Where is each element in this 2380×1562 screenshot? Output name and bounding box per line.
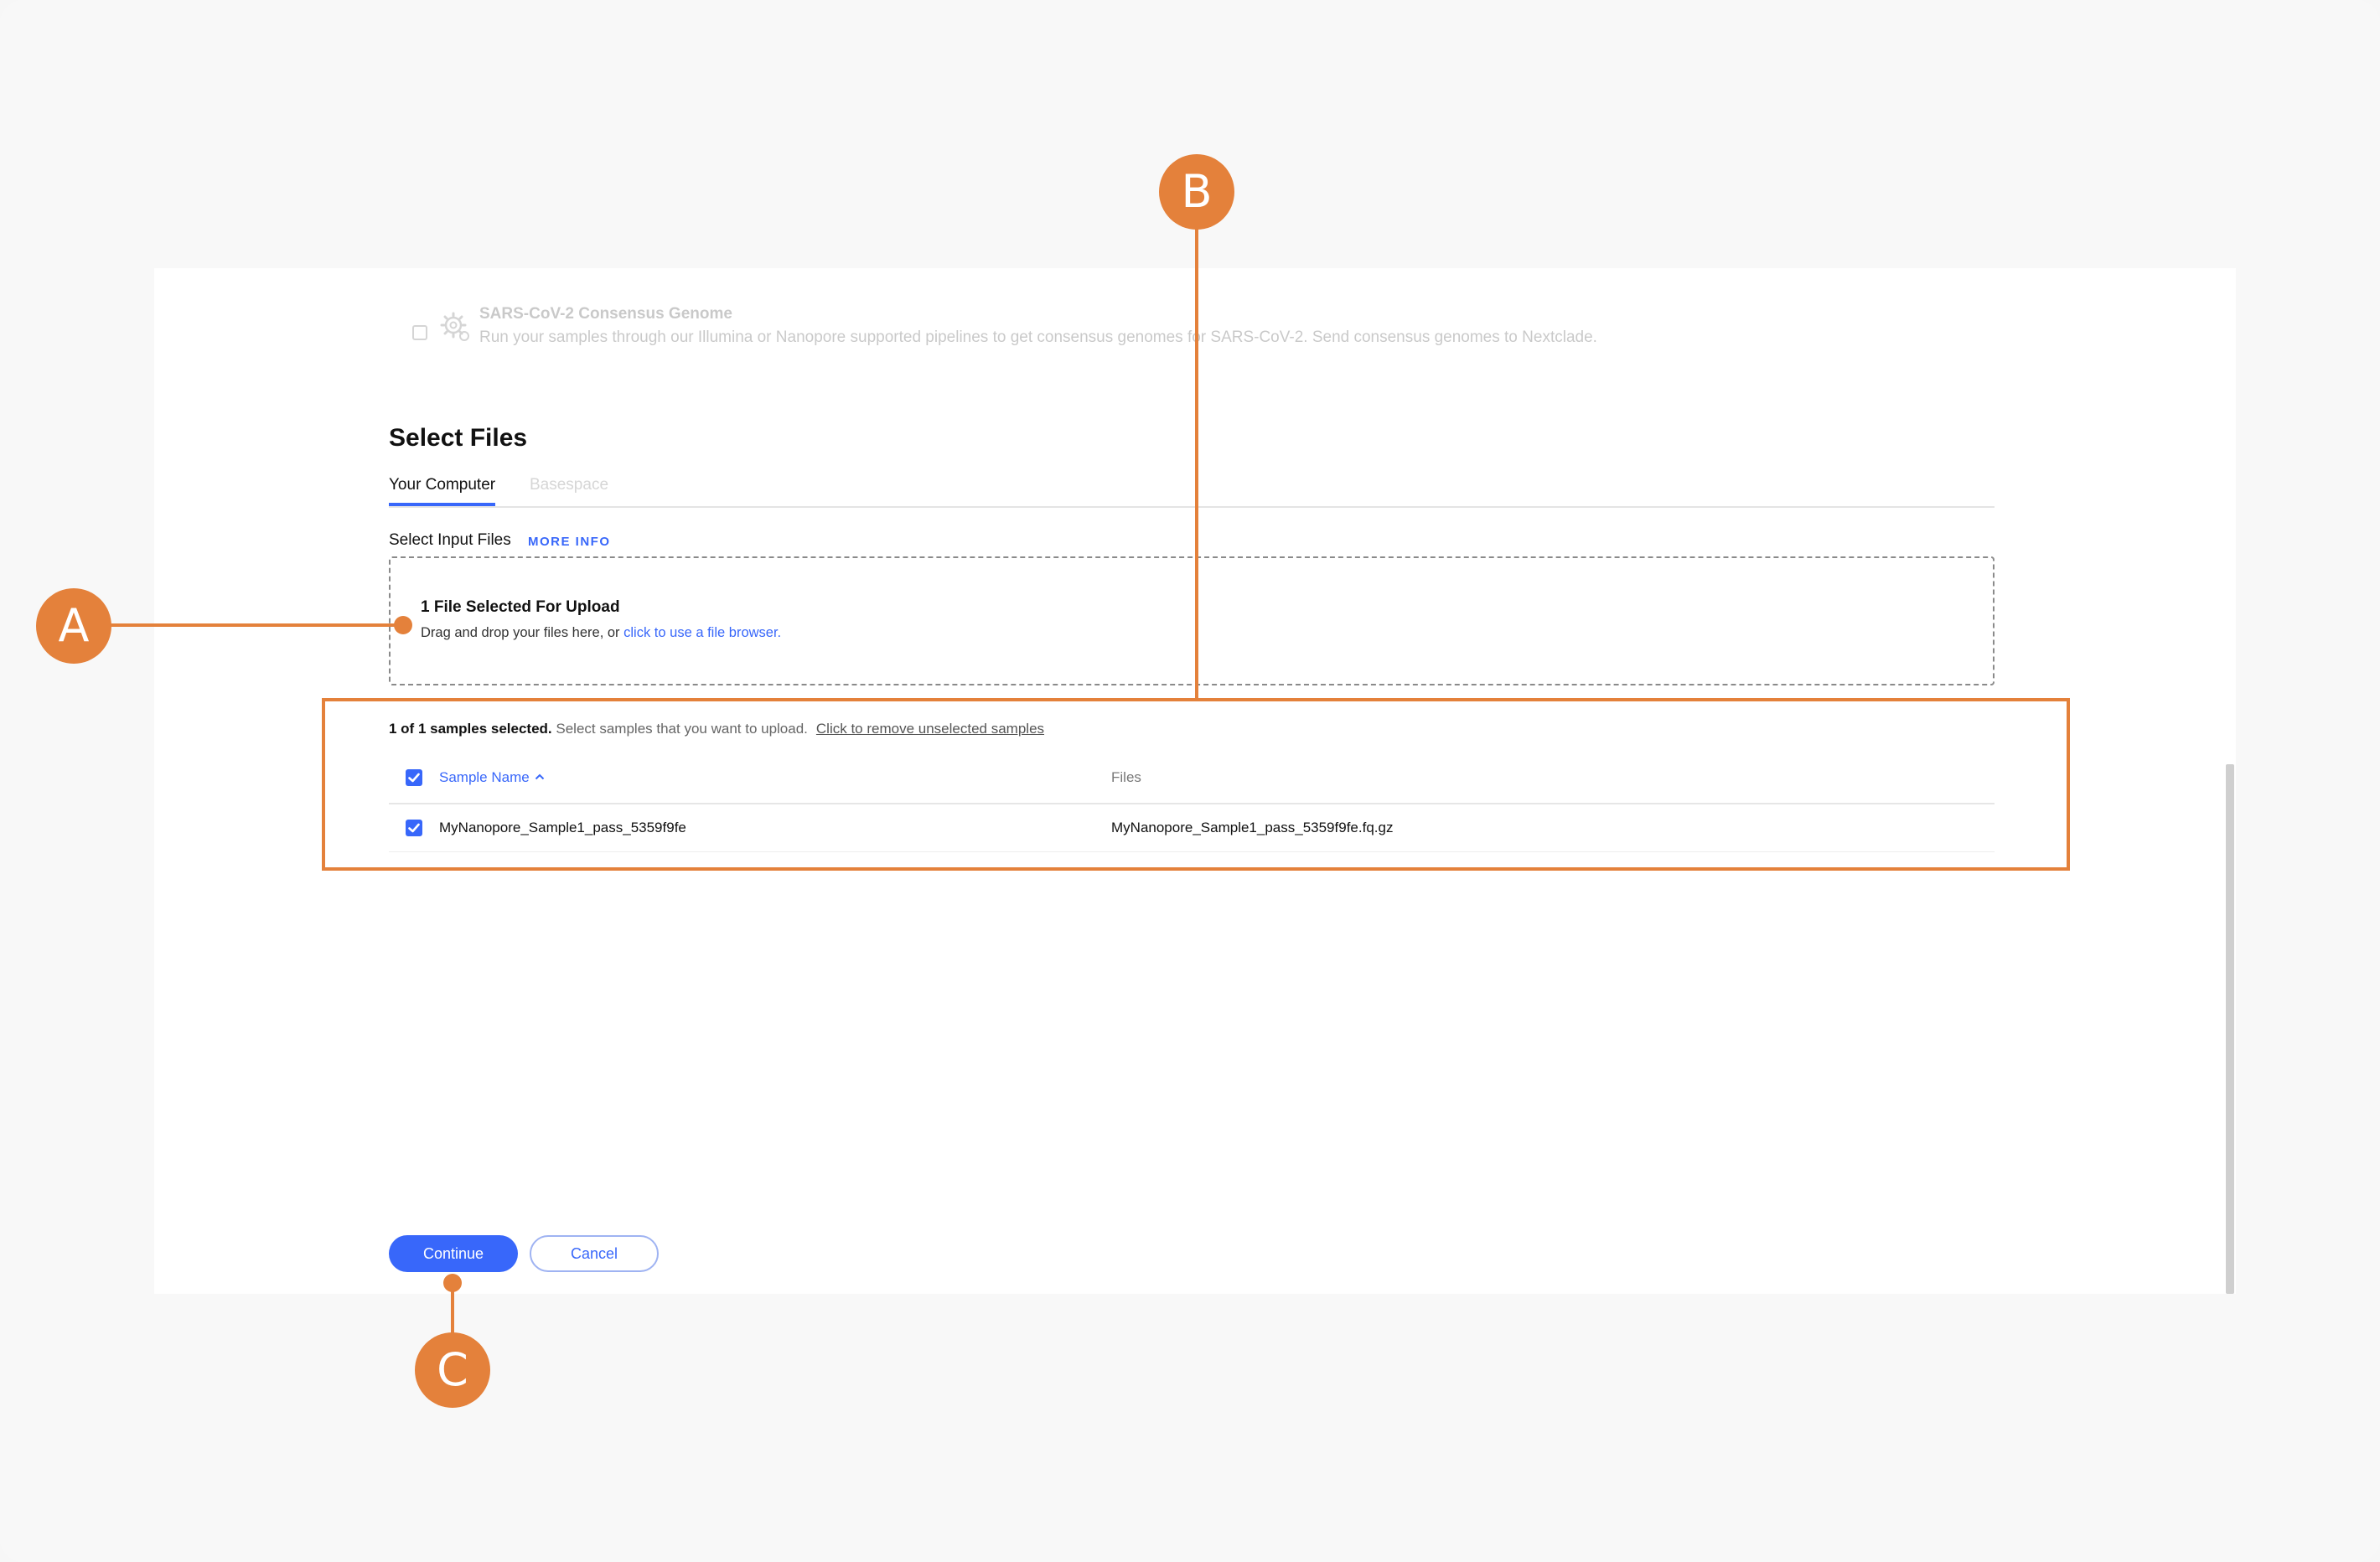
annotation-line-a [111,623,402,627]
callout-b: B [1159,154,1234,230]
tab-basespace[interactable]: Basespace [530,476,608,494]
workflow-checkbox[interactable] [412,325,427,340]
file-dropzone[interactable]: 1 File Selected For Upload Drag and drop… [389,556,1995,685]
dropzone-instructions: Drag and drop your files here, or [421,625,624,640]
scrollbar[interactable] [2226,764,2234,1294]
continue-button[interactable]: Continue [389,1235,518,1272]
section-title: Select Files [389,424,528,452]
annotation-line-c [451,1282,454,1334]
annotation-line-b [1195,228,1198,700]
annotation-dot-a [394,616,412,634]
dropzone-title: 1 File Selected For Upload [421,598,620,616]
workflow-title: SARS-CoV-2 Consensus Genome [479,305,732,323]
workflow-description: Run your samples through our Illumina or… [479,328,1597,346]
input-files-label: Select Input Files [389,531,511,549]
cancel-button[interactable]: Cancel [530,1235,659,1272]
more-info-link[interactable]: MORE INFO [528,535,611,549]
tab-your-computer[interactable]: Your Computer [389,476,496,506]
source-tabs: Your Computer Basespace [389,476,1995,508]
gear-icon [440,312,469,341]
file-browser-link[interactable]: click to use a file browser. [623,625,781,640]
callout-c: C [415,1332,490,1408]
annotation-box-b [322,698,2070,871]
dropzone-description: Drag and drop your files here, or click … [421,625,781,641]
callout-a: A [36,588,111,664]
